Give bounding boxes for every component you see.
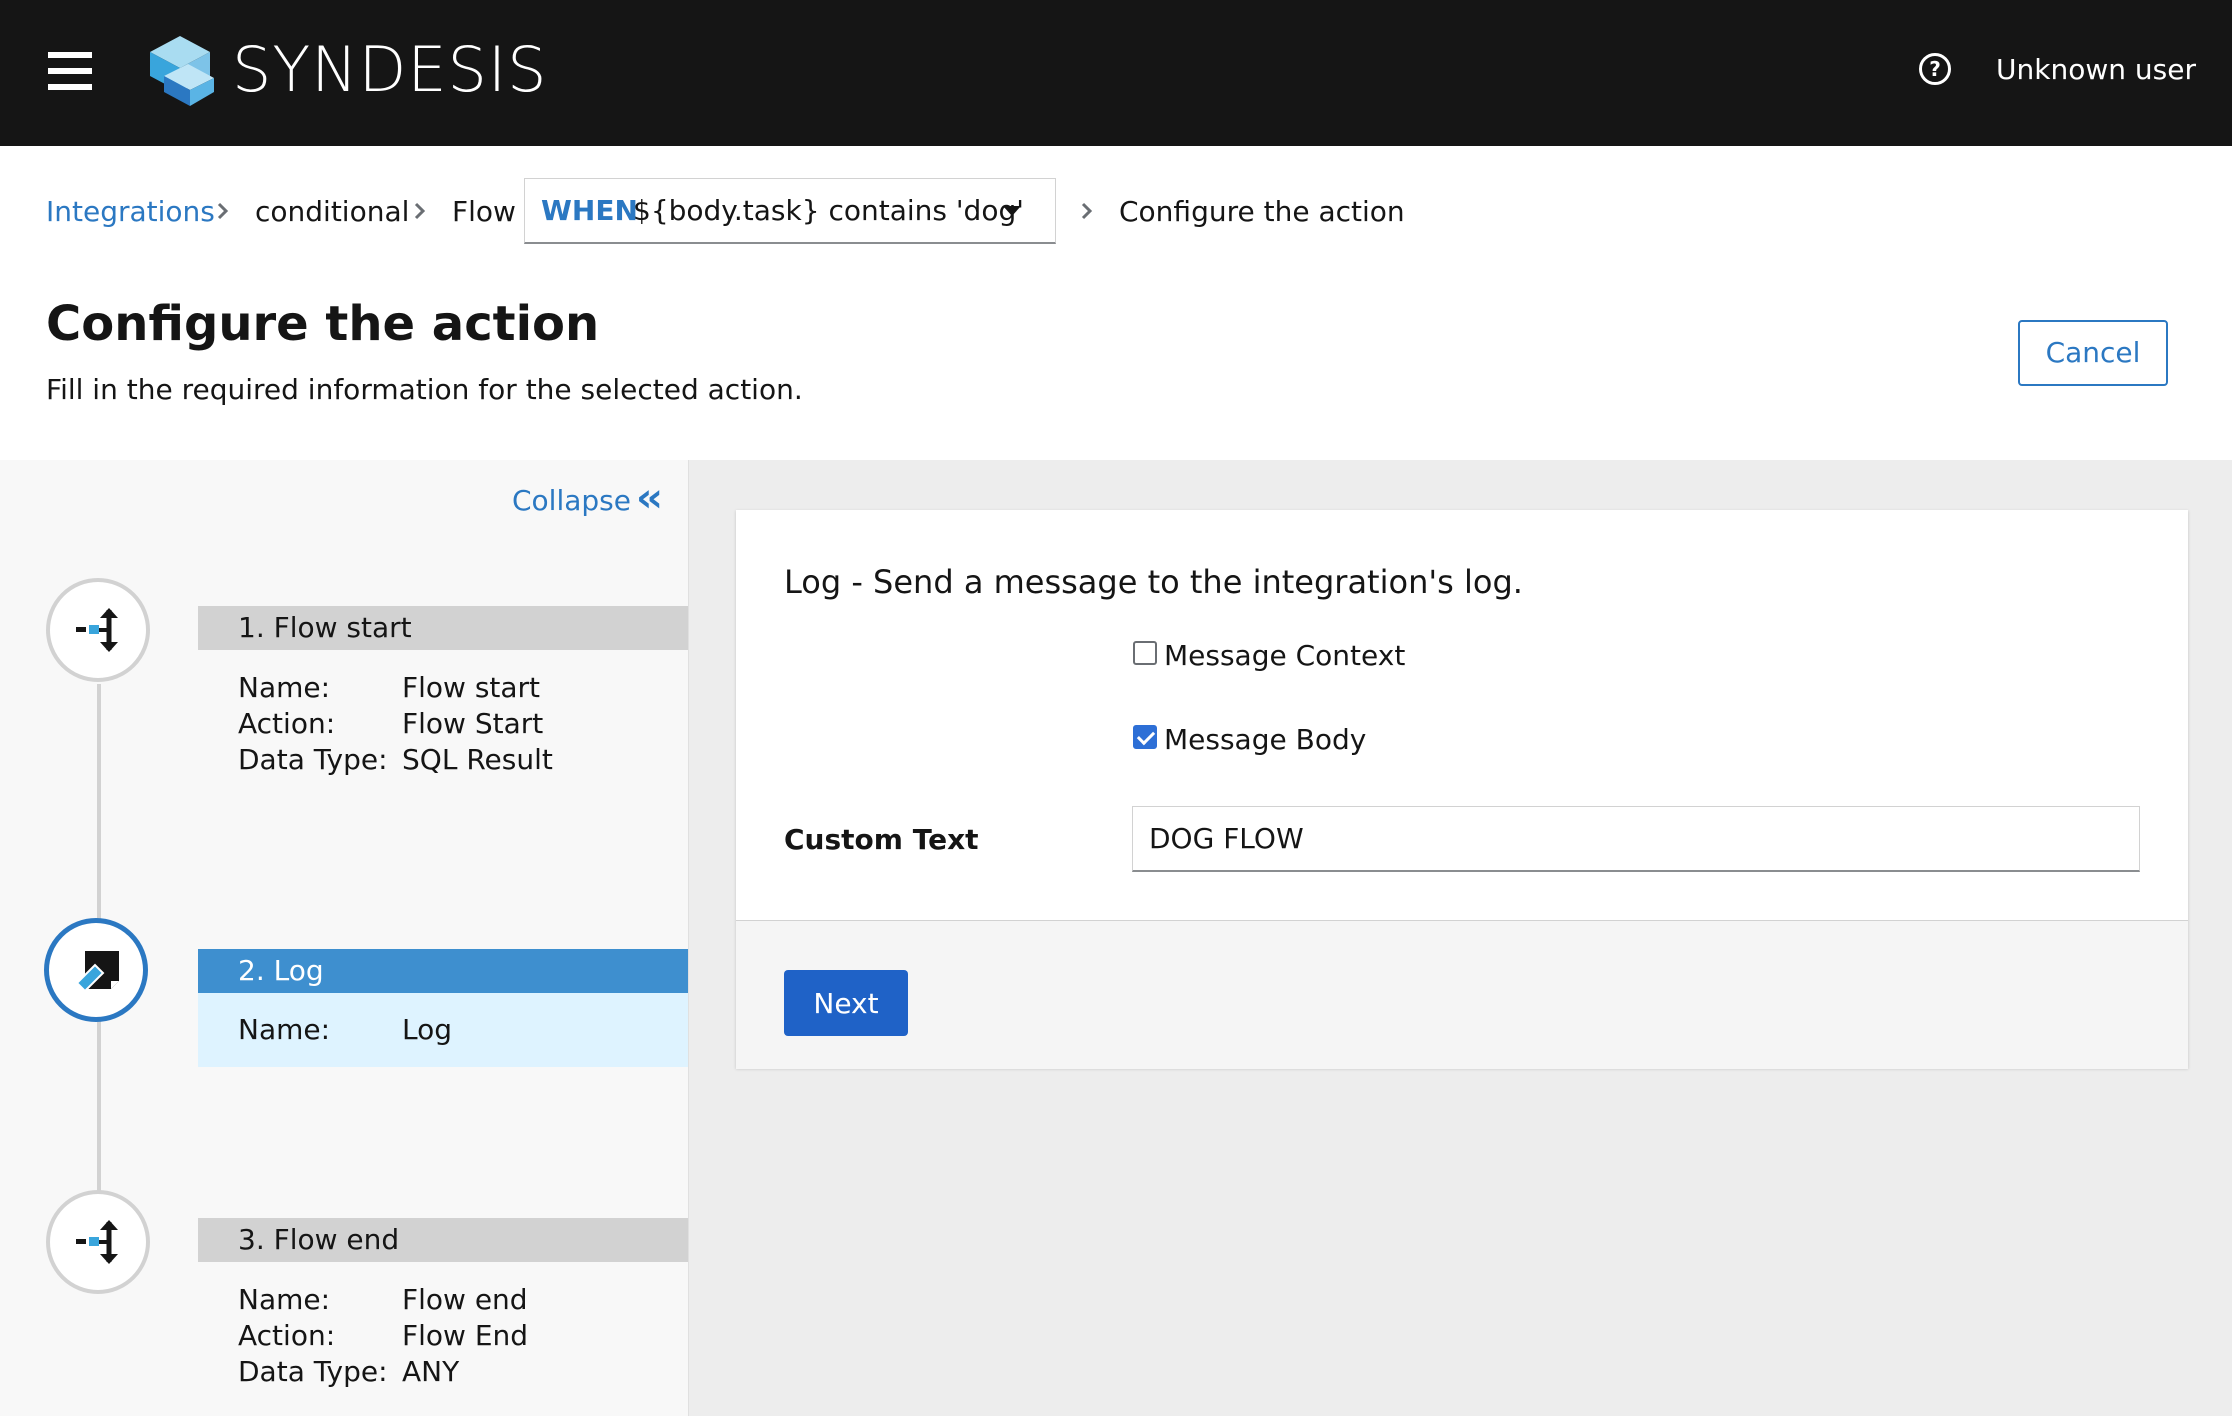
syndesis-logo-icon — [150, 36, 214, 106]
breadcrumb-flow: Flow — [452, 195, 516, 228]
hamburger-menu-icon[interactable] — [48, 52, 92, 90]
custom-text-input[interactable] — [1132, 806, 2140, 872]
step-detail-value: SQL Result — [402, 743, 553, 776]
chevron-right-icon — [414, 202, 426, 220]
user-menu[interactable]: Unknown user — [1996, 50, 2196, 90]
brand-name: SYNDESIS — [232, 33, 548, 106]
step-detail-value: ANY — [402, 1355, 460, 1388]
breadcrumb-integrations[interactable]: Integrations — [46, 192, 215, 232]
step-3-flow-end-icon[interactable] — [46, 1190, 150, 1294]
message-context-label[interactable]: Message Context — [1164, 638, 1405, 674]
step-detail-key: Data Type: — [238, 743, 388, 776]
double-angle-left-icon[interactable]: ‹‹ — [636, 478, 663, 518]
custom-text-label: Custom Text — [784, 823, 979, 856]
step-detail-value: Flow start — [402, 671, 541, 704]
step-detail-value: Flow End — [402, 1319, 529, 1352]
step-2-log-icon[interactable] — [44, 918, 148, 1022]
flow-select-keyword: WHEN — [541, 194, 638, 227]
step-1-title[interactable]: 1. Flow start — [198, 606, 688, 650]
action-form-title: Log - Send a message to the integration'… — [784, 563, 1523, 601]
step-detail-key: Action: — [238, 1319, 336, 1352]
card-footer — [736, 920, 2188, 1069]
message-body-label[interactable]: Message Body — [1164, 722, 1366, 758]
step-detail-key: Action: — [238, 707, 336, 740]
top-navbar: SYNDESIS ? Unknown user — [0, 0, 2232, 146]
caret-down-icon — [1003, 206, 1021, 216]
step-2-title[interactable]: 2. Log — [198, 949, 688, 993]
step-detail-key: Data Type: — [238, 1355, 388, 1388]
help-icon[interactable]: ? — [1919, 53, 1951, 85]
message-context-checkbox[interactable] — [1133, 641, 1157, 665]
log-icon — [75, 951, 119, 993]
cancel-button[interactable]: Cancel — [2018, 320, 2168, 386]
step-detail-value: Log — [402, 1013, 453, 1046]
step-3-title[interactable]: 3. Flow end — [198, 1218, 688, 1262]
flow-select-expression: ${body.task} contains 'dog' — [633, 194, 1024, 227]
step-detail-value: Flow Start — [402, 707, 544, 740]
collapse-link[interactable]: Collapse — [512, 481, 631, 521]
breadcrumb-current: Configure the action — [1119, 195, 1405, 228]
step-detail-key: Name: — [238, 671, 331, 704]
breadcrumb-integration-name[interactable]: conditional — [255, 192, 409, 232]
step-1-flow-start-icon[interactable] — [46, 578, 150, 682]
chevron-right-icon — [217, 202, 229, 220]
flow-connector-icon — [76, 1220, 118, 1264]
step-detail-key: Name: — [238, 1283, 331, 1316]
next-button[interactable]: Next — [784, 970, 908, 1036]
step-detail-value: Flow end — [402, 1283, 528, 1316]
chevron-right-icon — [1081, 202, 1093, 220]
message-body-checkbox[interactable] — [1133, 725, 1157, 749]
step-detail-key: Name: — [238, 1013, 331, 1046]
page-title: Configure the action — [46, 296, 600, 352]
flow-connector-icon — [76, 608, 118, 652]
page-description: Fill in the required information for the… — [46, 373, 803, 406]
flow-select-dropdown[interactable]: WHEN ${body.task} contains 'dog' — [524, 178, 1056, 244]
